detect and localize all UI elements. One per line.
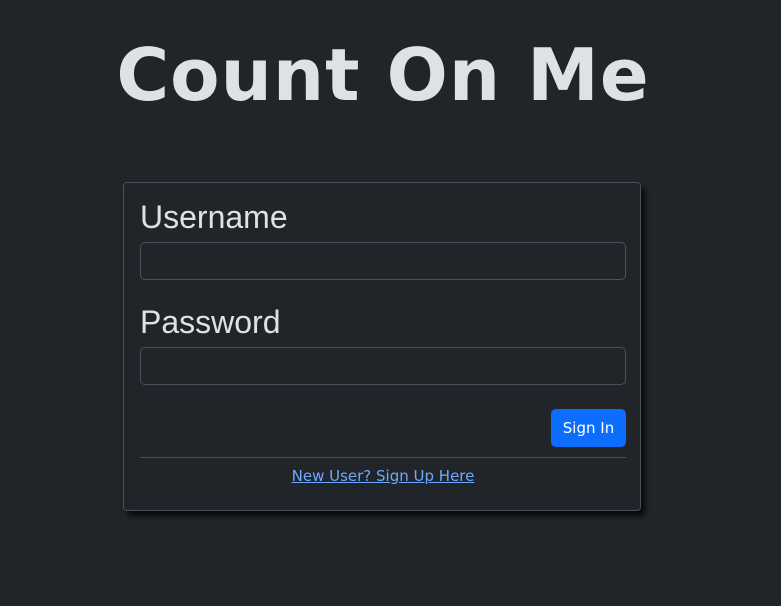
sign-in-button[interactable]: Sign In [551,409,626,447]
username-input[interactable] [140,242,626,280]
username-label: Username [140,199,288,235]
password-label: Password [140,304,281,340]
app-title: Count On Me [116,33,650,117]
sign-up-link[interactable]: New User? Sign Up Here [140,465,626,487]
login-card: Username Password Sign In New User? Sign… [123,182,641,511]
page: Count On Me Username Password Sign In Ne… [0,0,781,606]
password-input[interactable] [140,347,626,385]
divider [140,457,626,458]
